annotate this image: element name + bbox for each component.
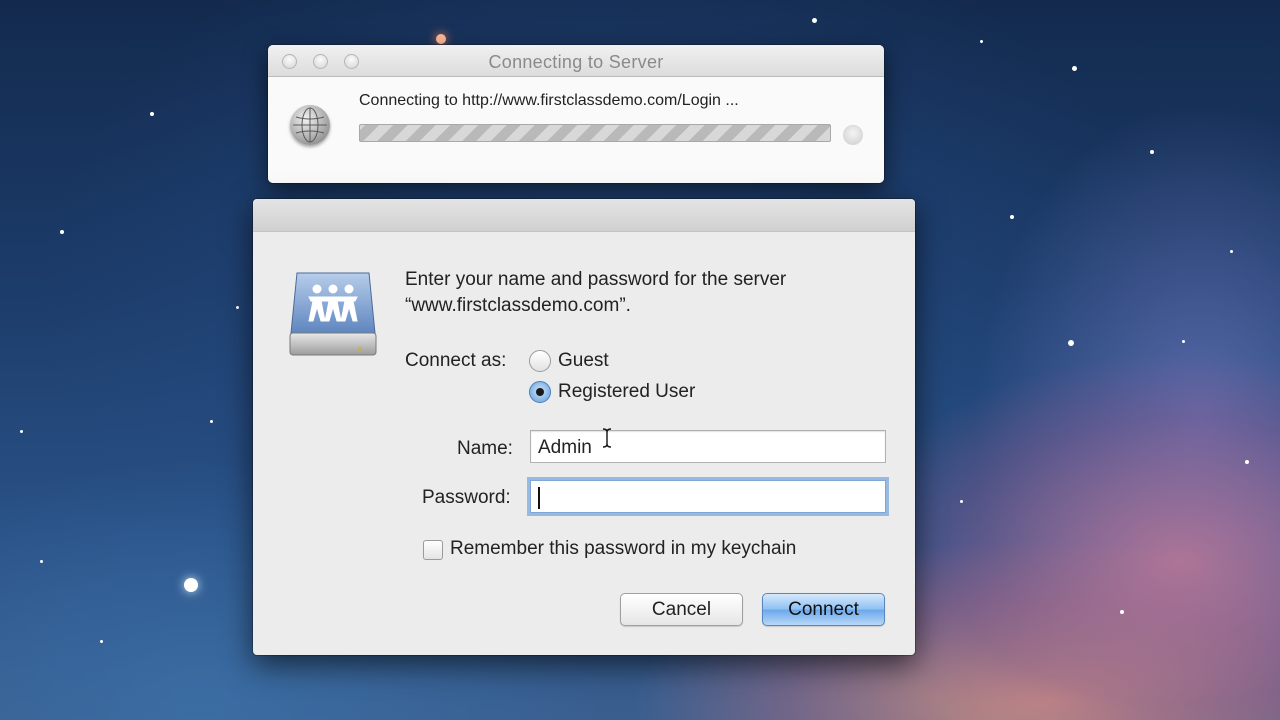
window-title: Connecting to Server — [488, 52, 664, 72]
remember-password-checkbox[interactable] — [423, 540, 443, 560]
name-field-value: Admin — [538, 437, 592, 458]
guest-radio[interactable] — [529, 350, 551, 372]
password-label: Password: — [422, 487, 511, 508]
connection-status-text: Connecting to http://www.firstclassdemo.… — [359, 92, 739, 109]
name-label: Name: — [457, 438, 513, 459]
cancel-button[interactable]: Cancel — [620, 593, 743, 626]
login-dialog: Enter your name and password for the ser… — [253, 199, 915, 655]
login-prompt: Enter your name and password for the ser… — [405, 267, 786, 319]
text-cursor-icon — [602, 428, 612, 448]
registered-user-radio[interactable] — [529, 381, 551, 403]
shared-server-icon — [289, 267, 377, 359]
password-field[interactable] — [530, 480, 886, 513]
progress-fill — [360, 125, 830, 141]
registered-user-radio-label[interactable]: Registered User — [558, 381, 695, 403]
connect-button[interactable]: Connect — [762, 593, 885, 626]
name-field[interactable]: Admin — [530, 430, 886, 463]
window-titlebar[interactable]: Connecting to Server — [268, 45, 884, 77]
text-caret — [538, 487, 540, 509]
stop-connection-button[interactable] — [843, 125, 863, 145]
connection-progress-bar — [359, 124, 831, 142]
connect-as-label: Connect as: — [405, 350, 507, 371]
globe-icon — [290, 105, 330, 145]
dialog-header — [253, 199, 915, 232]
prompt-line-2: “www.firstclassdemo.com”. — [405, 295, 631, 316]
connecting-window: Connecting to Server Connecting to http:… — [268, 45, 884, 183]
guest-radio-label[interactable]: Guest — [558, 350, 609, 372]
remember-password-label[interactable]: Remember this password in my keychain — [450, 538, 796, 560]
prompt-line-1: Enter your name and password for the ser… — [405, 269, 787, 290]
